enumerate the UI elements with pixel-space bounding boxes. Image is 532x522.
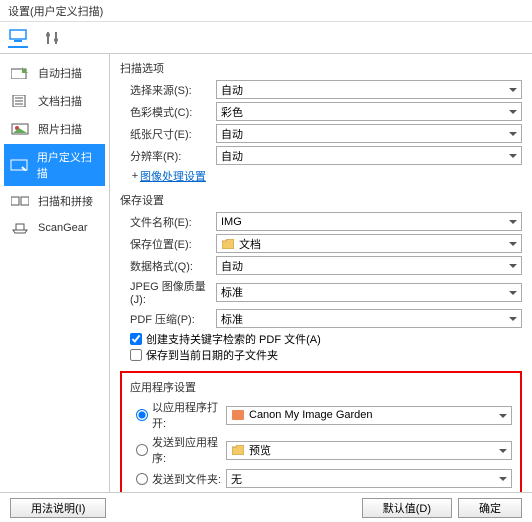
- app-icon: [231, 409, 245, 421]
- subfolder-checkbox[interactable]: 保存到当前日期的子文件夹: [130, 347, 522, 363]
- sidebar-item-label: ScanGear: [38, 222, 88, 234]
- sidebar-item-custom[interactable]: 用户定义扫描: [4, 144, 105, 186]
- resolution-label: 分辨率(R):: [120, 148, 216, 164]
- send-folder-radio[interactable]: 发送到文件夹:: [130, 471, 226, 487]
- source-select[interactable]: 自动: [216, 80, 522, 99]
- expand-icon[interactable]: +: [120, 170, 140, 182]
- document-icon: [10, 94, 30, 108]
- filename-label: 文件名称(E):: [120, 214, 216, 230]
- window-title: 设置(用户定义扫描): [0, 0, 532, 22]
- instructions-button[interactable]: 用法说明(I): [10, 498, 106, 518]
- open-app-select[interactable]: Canon My Image Garden: [226, 406, 512, 425]
- send-app-select[interactable]: 预览: [226, 441, 512, 460]
- folder-icon: [221, 238, 235, 250]
- sidebar-item-auto[interactable]: 自动扫描: [4, 60, 105, 86]
- content: 扫描选项 选择来源(S): 自动 色彩模式(C): 彩色 纸张尺寸(E): 自动…: [110, 54, 532, 492]
- format-label: 数据格式(Q):: [120, 258, 216, 274]
- send-folder-select[interactable]: 无: [226, 469, 512, 488]
- custom-icon: [10, 158, 29, 172]
- folder-icon: [231, 444, 245, 456]
- source-label: 选择来源(S):: [120, 82, 216, 98]
- resolution-select[interactable]: 自动: [216, 146, 522, 165]
- ok-button[interactable]: 确定: [458, 498, 522, 518]
- sidebar-item-photo[interactable]: 照片扫描: [4, 116, 105, 142]
- toolbar: [0, 22, 532, 54]
- sidebar-item-doc[interactable]: 文档扫描: [4, 88, 105, 114]
- paper-label: 纸张尺寸(E):: [120, 126, 216, 142]
- save-settings-group: 保存设置 文件名称(E): IMG 保存位置(E): 文档 数据格式(Q): 自…: [120, 192, 522, 363]
- sidebar-item-label: 文档扫描: [38, 93, 82, 109]
- sidebar-item-stitch[interactable]: 扫描和拼接: [4, 188, 105, 214]
- stitch-icon: [10, 194, 30, 208]
- sidebar-item-label: 用户定义扫描: [37, 149, 99, 181]
- open-app-radio[interactable]: 以应用程序打开:: [130, 399, 226, 431]
- photo-icon: [10, 122, 30, 136]
- pdf-select[interactable]: 标准: [216, 309, 522, 328]
- image-processing-link[interactable]: 图像处理设置: [140, 168, 206, 184]
- group-title: 保存设置: [120, 192, 522, 208]
- sidebar-item-label: 照片扫描: [38, 121, 82, 137]
- pdf-keyword-checkbox[interactable]: 创建支持关键字检索的 PDF 文件(A): [130, 331, 522, 347]
- pdf-label: PDF 压缩(P):: [120, 311, 216, 327]
- color-label: 色彩模式(C):: [120, 104, 216, 120]
- sidebar: 自动扫描 文档扫描 照片扫描 用户定义扫描 扫描和拼接 ScanGear: [0, 54, 110, 492]
- color-select[interactable]: 彩色: [216, 102, 522, 121]
- jpeg-label: JPEG 图像质量(J):: [120, 278, 216, 306]
- group-title: 应用程序设置: [130, 379, 512, 395]
- auto-icon: [10, 66, 30, 80]
- email-radio[interactable]: 附加到电子邮件:: [130, 491, 226, 492]
- location-select[interactable]: 文档: [216, 234, 522, 253]
- sidebar-item-label: 扫描和拼接: [38, 193, 93, 209]
- scan-options-group: 扫描选项 选择来源(S): 自动 色彩模式(C): 彩色 纸张尺寸(E): 自动…: [120, 60, 522, 184]
- bottom-bar: 用法说明(I) 默认值(D) 确定: [0, 492, 532, 522]
- scanner-icon: [10, 221, 30, 235]
- format-select[interactable]: 自动: [216, 256, 522, 275]
- paper-select[interactable]: 自动: [216, 124, 522, 143]
- filename-input[interactable]: IMG: [216, 212, 522, 231]
- defaults-button[interactable]: 默认值(D): [362, 498, 452, 518]
- tools-icon[interactable]: [42, 28, 62, 48]
- group-title: 扫描选项: [120, 60, 522, 76]
- jpeg-select[interactable]: 标准: [216, 283, 522, 302]
- location-label: 保存位置(E):: [120, 236, 216, 252]
- sidebar-item-scangear[interactable]: ScanGear: [4, 216, 105, 240]
- computer-icon[interactable]: [8, 28, 28, 48]
- send-app-radio[interactable]: 发送到应用程序:: [130, 434, 226, 466]
- sidebar-item-label: 自动扫描: [38, 65, 82, 81]
- app-settings-highlight: 应用程序设置 以应用程序打开: Canon My Image Garden 发送…: [120, 371, 522, 492]
